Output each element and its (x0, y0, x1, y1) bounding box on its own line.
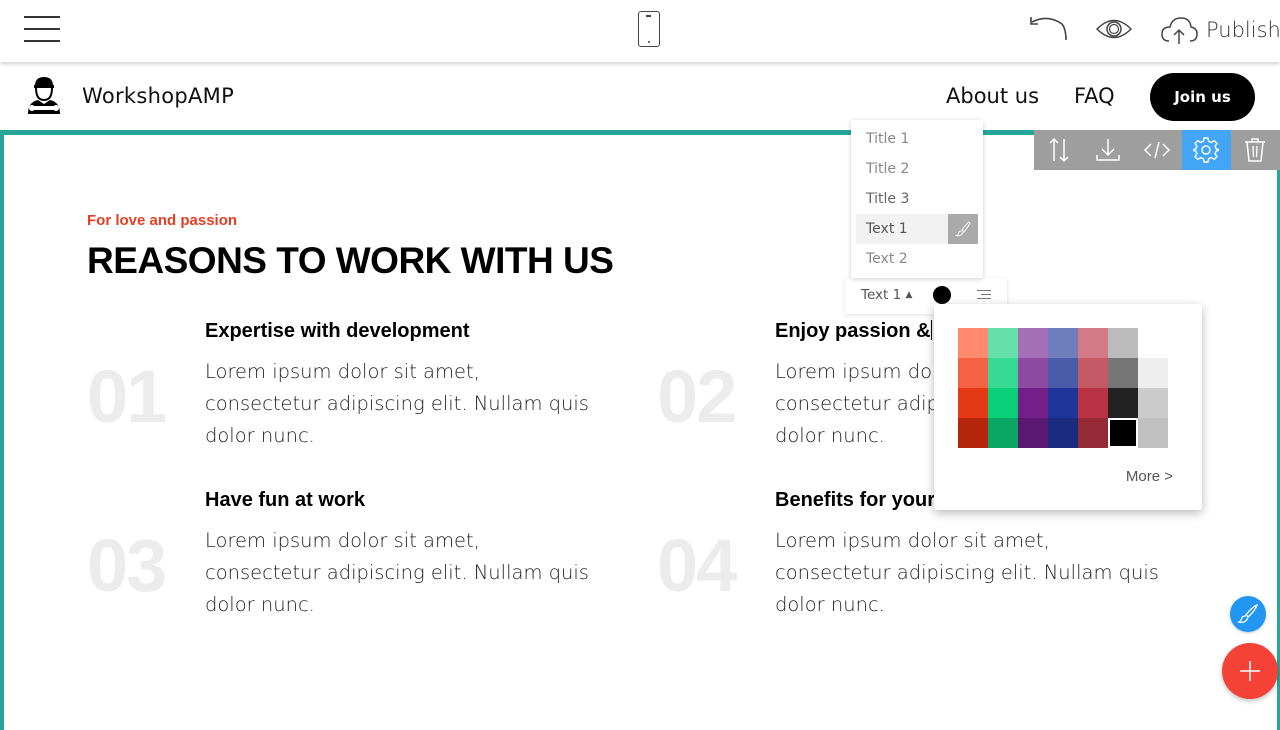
brush-icon[interactable] (948, 214, 978, 244)
style-option-title-3[interactable]: Title 3 (856, 184, 978, 214)
publish-button[interactable]: Publish (1160, 12, 1280, 48)
hamburger-icon[interactable] (24, 15, 60, 43)
color-swatch[interactable] (958, 328, 988, 358)
color-swatch[interactable] (1048, 328, 1078, 358)
style-option-label: Text 1 (866, 221, 908, 237)
reorder-arrows-icon[interactable] (1034, 130, 1083, 170)
nav-link-faq[interactable]: FAQ (1074, 84, 1115, 108)
cloud-upload-icon (1161, 17, 1198, 44)
color-swatch[interactable] (958, 418, 988, 448)
color-swatch[interactable] (1078, 388, 1108, 418)
feature-item: 01 Expertise with development Lorem ipsu… (87, 320, 589, 450)
more-colors-link[interactable]: More > (1126, 468, 1173, 485)
color-swatch[interactable] (1138, 418, 1168, 448)
color-swatch[interactable] (1078, 358, 1108, 388)
style-option-text-1[interactable]: Text 1 (856, 214, 978, 244)
color-picker-panel: More > (934, 304, 1202, 510)
nav-link-about[interactable]: About us (946, 84, 1039, 108)
color-swatch[interactable] (1018, 418, 1048, 448)
color-swatch[interactable] (1048, 418, 1078, 448)
trash-icon[interactable] (1231, 130, 1280, 170)
empty-swatch-slot (1138, 328, 1168, 358)
section-title[interactable]: REASONS TO WORK WITH US (87, 240, 614, 282)
style-option-title-2[interactable]: Title 2 (856, 154, 978, 184)
text-style-label: Text 1 (861, 287, 902, 303)
feature-number: 01 (87, 355, 167, 438)
block-toolbar (1034, 130, 1280, 170)
plus-icon (1240, 661, 1260, 681)
color-swatch[interactable] (958, 358, 988, 388)
color-swatch[interactable] (1048, 388, 1078, 418)
color-swatch[interactable] (988, 418, 1018, 448)
feature-text[interactable]: Lorem ipsum dolor sit amet, consectetur … (205, 356, 595, 452)
feature-number: 02 (657, 355, 737, 438)
feature-item: 03 Have fun at work Lorem ipsum dolor si… (87, 489, 589, 619)
color-swatch[interactable] (988, 388, 1018, 418)
color-swatch[interactable] (1138, 388, 1168, 418)
color-swatch[interactable] (988, 328, 1018, 358)
color-swatch[interactable] (1018, 358, 1048, 388)
download-icon[interactable] (1083, 130, 1132, 170)
site-navbar: WorkshopAMP About us FAQ Join us (0, 62, 1280, 130)
color-swatch[interactable] (1078, 328, 1108, 358)
feature-text[interactable]: Lorem ipsum dolor sit amet, consectetur … (775, 525, 1165, 621)
mechanic-avatar-icon (26, 76, 62, 116)
feature-title[interactable]: Expertise with development (205, 320, 470, 343)
join-us-button[interactable]: Join us (1150, 73, 1255, 121)
publish-label: Publish (1206, 18, 1280, 42)
code-icon[interactable] (1132, 130, 1181, 170)
color-swatch[interactable] (1078, 418, 1108, 448)
feature-number: 03 (87, 524, 167, 607)
mobile-phone-icon[interactable] (638, 11, 660, 47)
color-swatch-grid (958, 328, 1168, 448)
paintbrush-fab[interactable] (1230, 596, 1266, 632)
text-style-menu: Title 1 Title 2 Title 3 Text 1 Text 2 (851, 120, 983, 278)
color-swatch[interactable] (1048, 358, 1078, 388)
section-kicker[interactable]: For love and passion (87, 212, 237, 229)
eye-icon[interactable] (1095, 16, 1133, 47)
editor-topbar: Publish (0, 0, 1280, 62)
text-color-button[interactable] (933, 286, 951, 304)
undo-icon[interactable] (1028, 16, 1068, 47)
add-block-fab[interactable] (1222, 643, 1278, 699)
feature-text[interactable]: Lorem ipsum dolor sit amet, consectetur … (205, 525, 595, 621)
feature-title[interactable]: Benefits for your c (775, 489, 952, 512)
color-swatch[interactable] (1108, 388, 1138, 418)
brand-name[interactable]: WorkshopAMP (82, 84, 234, 108)
paintbrush-icon (1237, 603, 1259, 624)
color-swatch[interactable] (988, 358, 1018, 388)
gear-icon[interactable] (1181, 130, 1231, 170)
caret-up-icon: ▲ (905, 290, 913, 300)
color-swatch[interactable] (1138, 358, 1168, 388)
feature-title-editing[interactable]: Enjoy passion & m (775, 320, 955, 343)
feature-number: 04 (657, 524, 737, 607)
text-style-dropdown[interactable]: Text 1 ▲ (861, 287, 912, 303)
feature-title-before-caret: Enjoy passion & (775, 320, 931, 342)
color-swatch[interactable] (1018, 328, 1048, 358)
color-swatch[interactable] (958, 388, 988, 418)
color-swatch[interactable] (1108, 328, 1138, 358)
style-option-title-1[interactable]: Title 1 (856, 124, 978, 154)
color-swatch[interactable] (1108, 418, 1138, 448)
feature-title[interactable]: Have fun at work (205, 489, 365, 512)
color-swatch[interactable] (1108, 358, 1138, 388)
style-option-text-2[interactable]: Text 2 (856, 244, 978, 274)
align-right-icon[interactable] (977, 290, 991, 302)
color-swatch[interactable] (1018, 388, 1048, 418)
